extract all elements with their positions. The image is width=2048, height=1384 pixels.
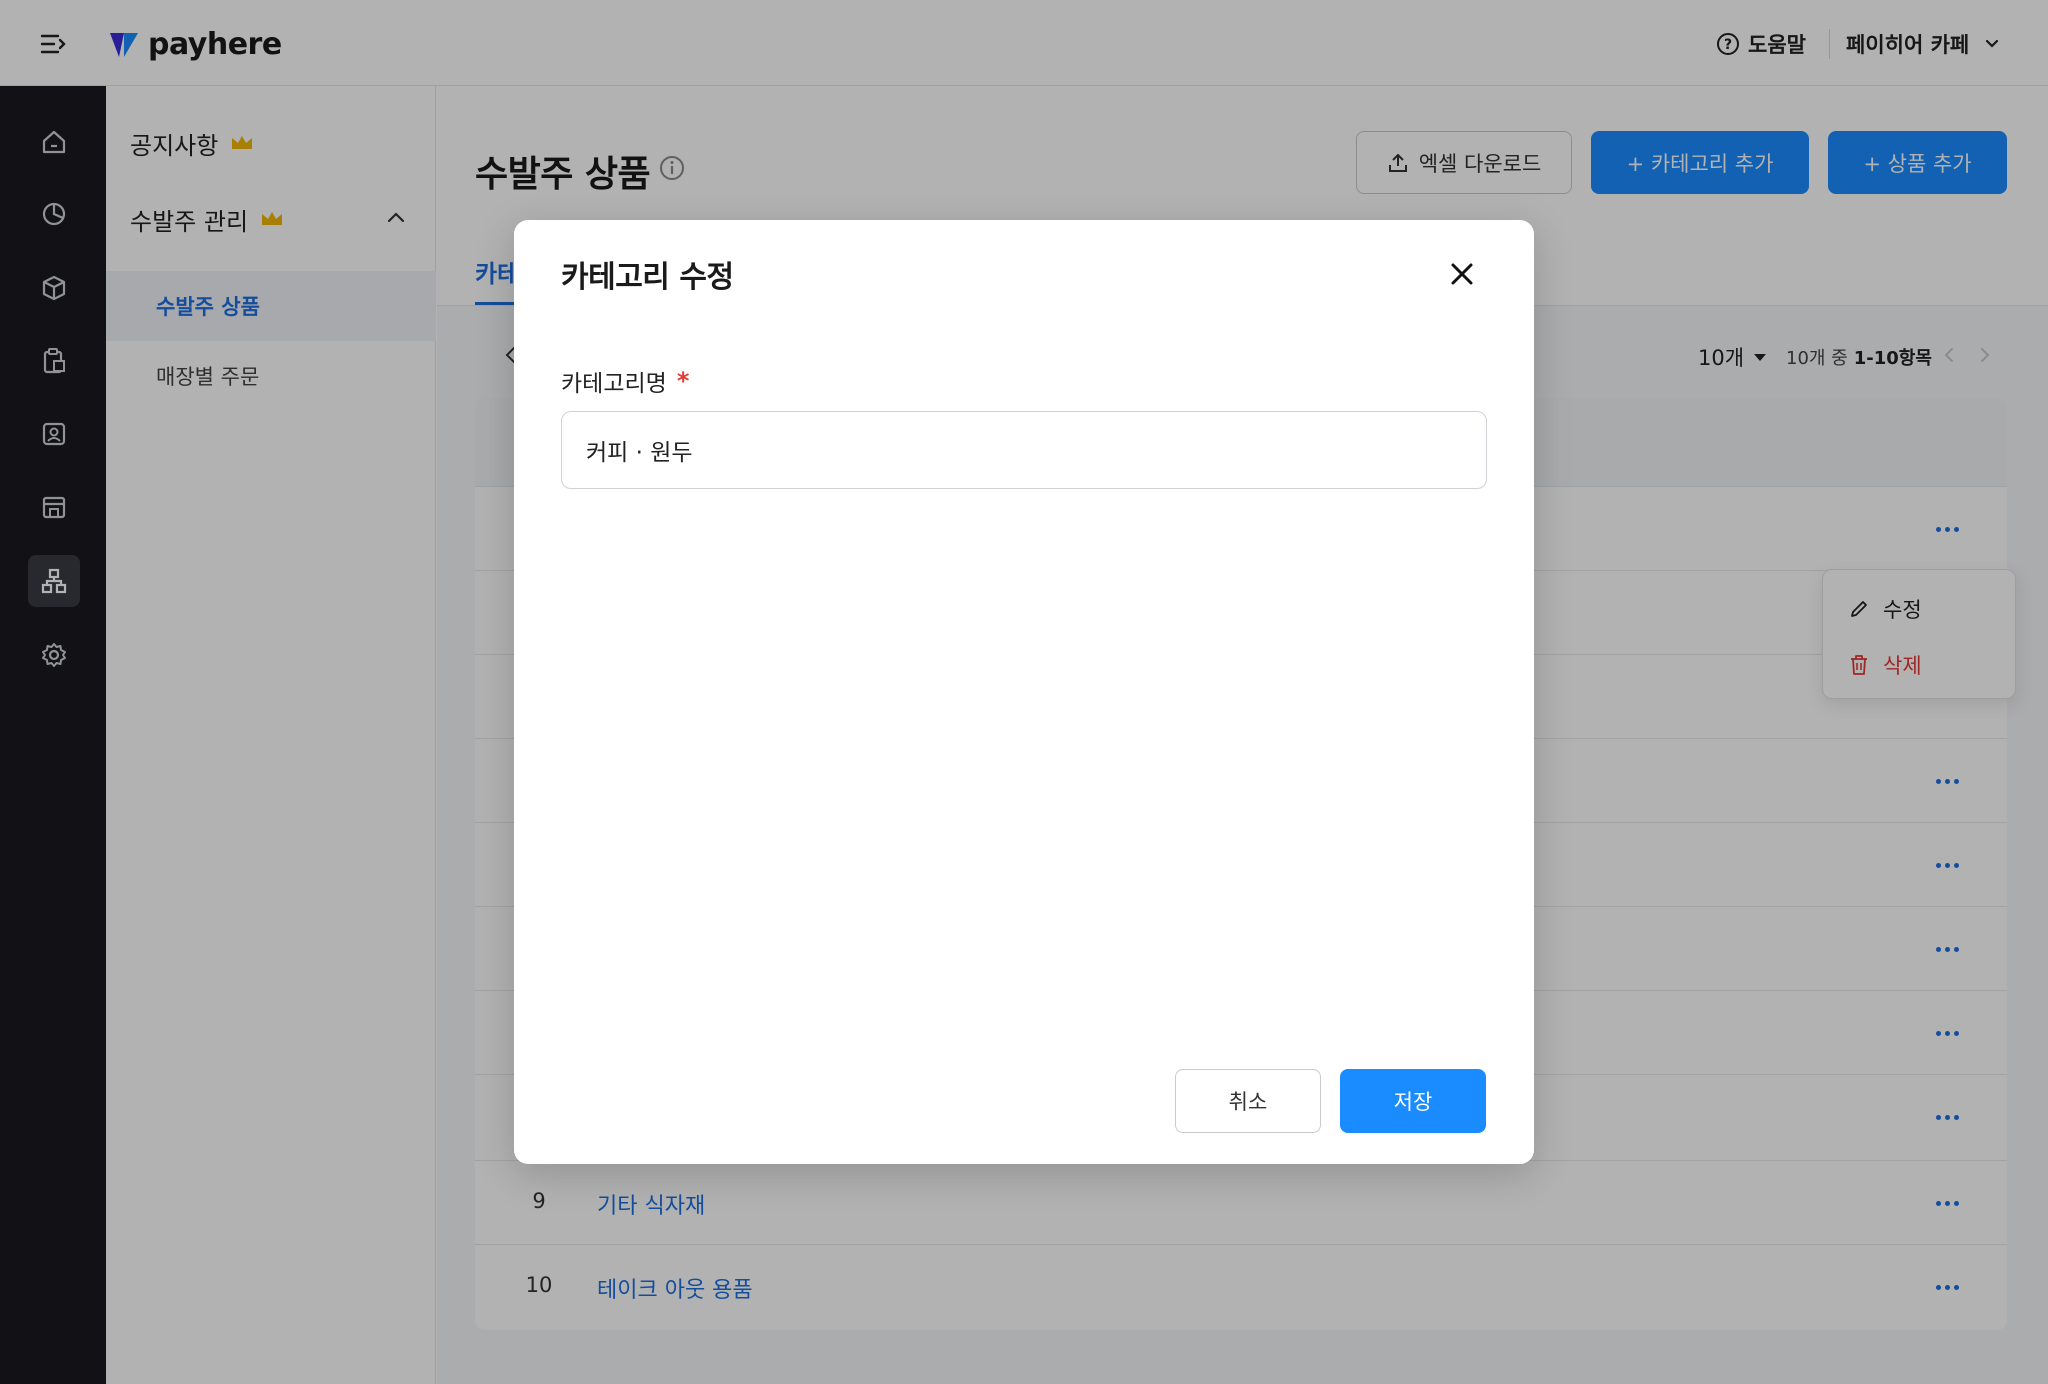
category-name-input[interactable] [561, 411, 1487, 489]
save-button[interactable]: 저장 [1340, 1069, 1486, 1133]
required-mark: * [676, 367, 690, 395]
cancel-button[interactable]: 취소 [1175, 1069, 1321, 1133]
edit-category-dialog: 카테고리 수정 카테고리명 * 취소 저장 [514, 220, 1534, 1164]
close-icon[interactable] [1444, 256, 1480, 292]
dialog-title: 카테고리 수정 [561, 260, 734, 295]
category-name-label-text: 카테고리명 [561, 371, 667, 397]
category-name-label: 카테고리명 * [561, 364, 689, 398]
